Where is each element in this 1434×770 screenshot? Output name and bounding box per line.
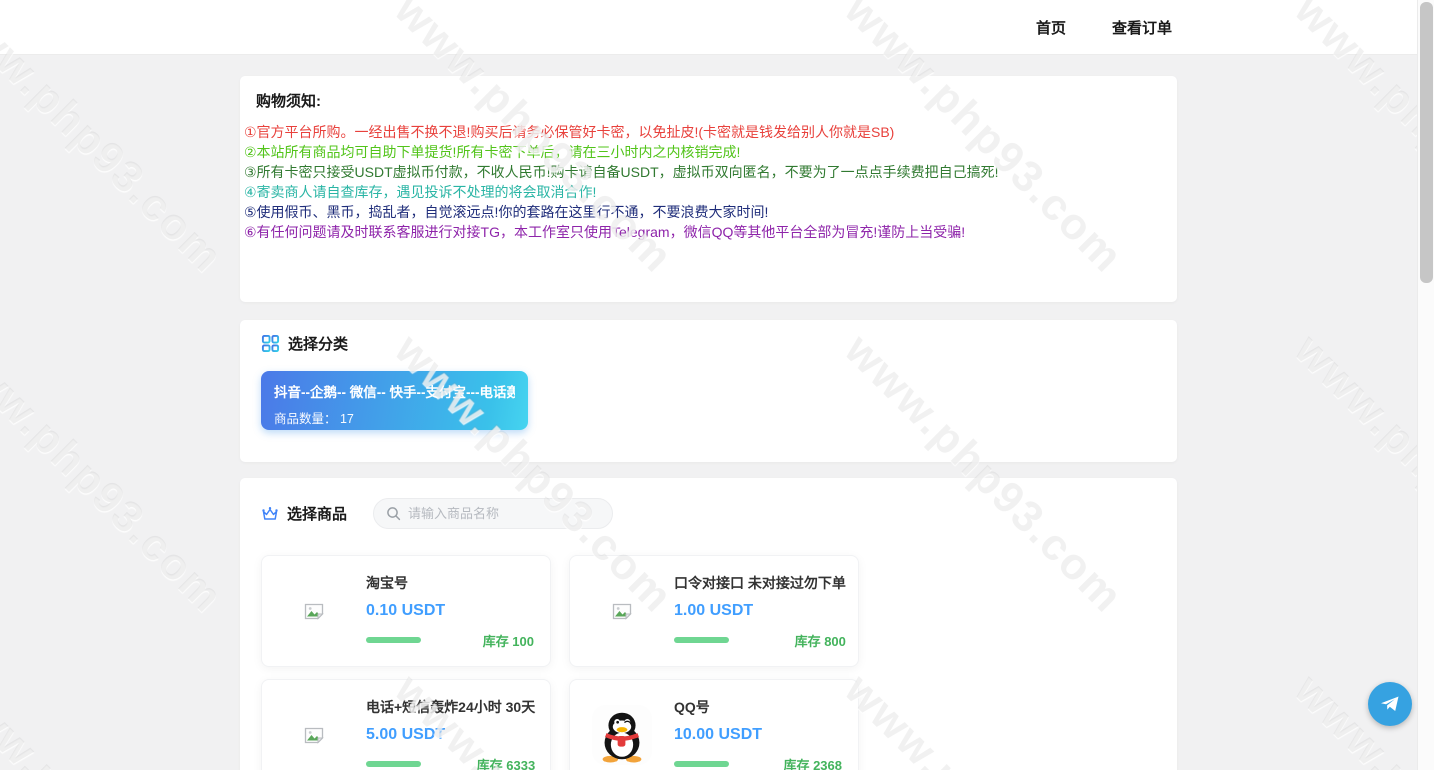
page-scrollbar[interactable] bbox=[1417, 0, 1434, 770]
product-grid: 淘宝号 0.10 USDT 库存 100 口令对接口 未对接过勿下单 1.00 … bbox=[261, 555, 1156, 770]
notice-title: 购物须知: bbox=[256, 93, 321, 110]
category-button[interactable]: 抖音--企鹅-- 微信-- 快手--支付宝---电话轰炸 T 商品数量： 17 bbox=[261, 371, 528, 430]
category-grid-icon bbox=[261, 334, 280, 353]
search-input[interactable] bbox=[408, 506, 601, 521]
nav-home-link[interactable]: 首页 bbox=[1036, 17, 1066, 38]
notice-line-3: ③所有卡密只接受USDT虚拟币付款，不收人民币!购卡请自备USDT，虚拟币双向匿… bbox=[244, 164, 999, 180]
product-name: QQ号 bbox=[674, 698, 710, 715]
product-price: 1.00 USDT bbox=[674, 601, 754, 619]
notice-line-2: ②本站所有商品均可自助下单提货!所有卡密下单后，请在三小时内之内核销完成! bbox=[244, 144, 741, 160]
broken-image-icon bbox=[262, 727, 366, 744]
search-icon bbox=[386, 506, 401, 521]
stock-progress-bar bbox=[366, 637, 421, 643]
category-count: 商品数量： 17 bbox=[274, 412, 354, 426]
product-price: 0.10 USDT bbox=[366, 601, 446, 619]
main-nav: 首页 查看订单 bbox=[1036, 0, 1172, 55]
main-area: 购物须知: ①官方平台所购。一经出售不换不退!购买后请务必保管好卡密，以免扯皮!… bbox=[0, 55, 1417, 770]
product-card-taobao[interactable]: 淘宝号 0.10 USDT 库存 100 bbox=[261, 555, 551, 667]
notice-line-1: ①官方平台所购。一经出售不换不退!购买后请务必保管好卡密，以免扯皮!(卡密就是钱… bbox=[244, 124, 895, 140]
stock-progress-bar bbox=[674, 637, 729, 643]
stock-progress-bar bbox=[366, 761, 421, 767]
top-header: 首页 查看订单 bbox=[0, 0, 1417, 55]
product-search-box[interactable] bbox=[373, 498, 614, 529]
product-name: 淘宝号 bbox=[366, 574, 408, 591]
product-card-command-api[interactable]: 口令对接口 未对接过勿下单 1.00 USDT 库存 800 bbox=[569, 555, 859, 667]
products-section-title: 选择商品 bbox=[287, 506, 348, 523]
shopping-notice-card: 购物须知: ①官方平台所购。一经出售不换不退!购买后请务必保管好卡密，以免扯皮!… bbox=[240, 76, 1177, 302]
category-name: 抖音--企鹅-- 微信-- 快手--支付宝---电话轰炸 T bbox=[274, 385, 515, 400]
qq-penguin-icon bbox=[570, 704, 674, 766]
product-name: 电话+短信轰炸24小时 30天 bbox=[366, 698, 536, 715]
telegram-plane-icon bbox=[1378, 692, 1402, 716]
notice-line-6: ⑥有任何问题请及时联系客服进行对接TG，本工作室只使用Telegram，微信QQ… bbox=[244, 224, 966, 240]
nav-orders-link[interactable]: 查看订单 bbox=[1112, 17, 1172, 38]
product-stock: 库存 2368 bbox=[783, 757, 842, 770]
scrollbar-thumb[interactable] bbox=[1420, 2, 1433, 283]
product-stock: 库存 800 bbox=[794, 633, 846, 649]
product-price: 5.00 USDT bbox=[366, 725, 446, 743]
notice-lines: ①官方平台所购。一经出售不换不退!购买后请务必保管好卡密，以免扯皮!(卡密就是钱… bbox=[244, 122, 1161, 242]
product-stock: 库存 6333 bbox=[476, 757, 536, 770]
category-section-card: 选择分类 抖音--企鹅-- 微信-- 快手--支付宝---电话轰炸 T 商品数量… bbox=[240, 320, 1177, 462]
crown-icon bbox=[261, 506, 279, 522]
broken-image-icon bbox=[570, 603, 674, 620]
notice-line-5: ⑤使用假币、黑币，捣乱者，自觉滚远点!你的套路在这里行不通，不要浪费大家时间! bbox=[244, 204, 769, 220]
telegram-fab-button[interactable] bbox=[1368, 682, 1412, 726]
product-name: 口令对接口 未对接过勿下单 bbox=[674, 574, 846, 591]
broken-image-icon bbox=[262, 603, 366, 620]
notice-line-4: ④寄卖商人请自查库存，遇见投诉不处理的将会取消合作! bbox=[244, 184, 597, 200]
product-card-sms-bomb[interactable]: 电话+短信轰炸24小时 30天 5.00 USDT 库存 6333 bbox=[261, 679, 551, 770]
stock-progress-bar bbox=[674, 761, 729, 767]
product-stock: 库存 100 bbox=[482, 633, 534, 649]
category-section-title: 选择分类 bbox=[288, 336, 349, 353]
products-section-card: 选择商品 请输入商品名称 淘宝号 0.10 USDT 库存 100 口令对接口 … bbox=[240, 478, 1177, 770]
product-card-qq[interactable]: QQ号 10.00 USDT 库存 2368 bbox=[569, 679, 859, 770]
product-price: 10.00 USDT bbox=[674, 725, 763, 743]
